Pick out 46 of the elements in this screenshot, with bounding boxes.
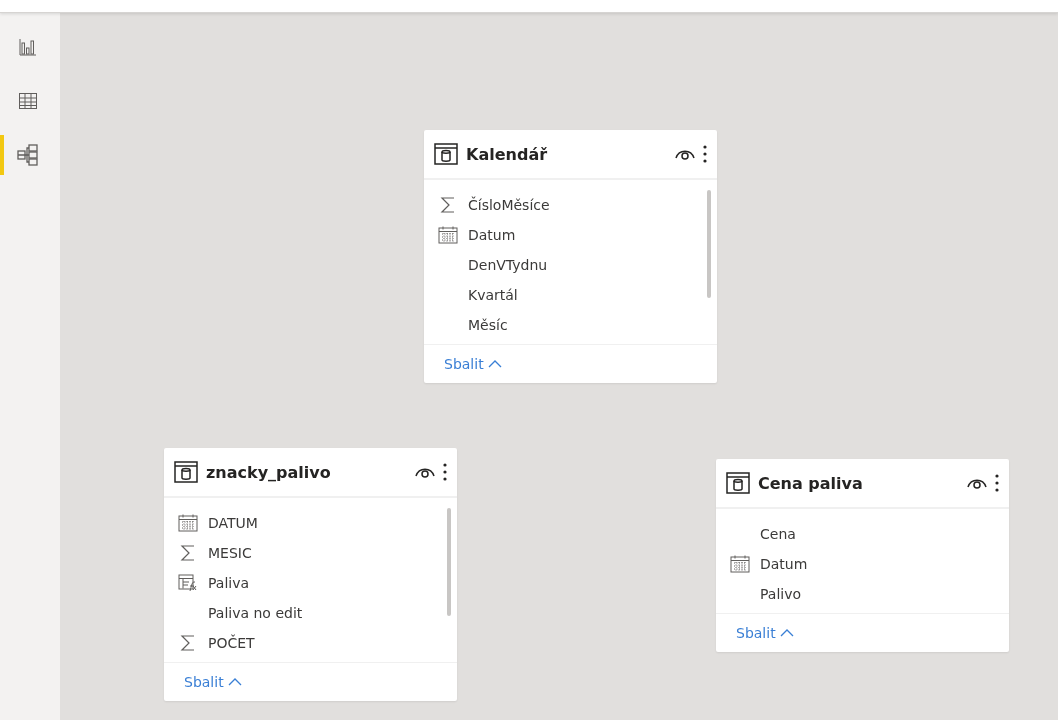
field-name[interactable]: Palivo	[760, 586, 802, 602]
table-icon	[434, 142, 458, 166]
table-icon	[174, 460, 198, 484]
field-name[interactable]: Paliva no edit	[208, 605, 303, 621]
sigma-icon	[180, 544, 196, 562]
table-title: znacky_palivo	[206, 462, 332, 482]
scrollbar-thumb[interactable]	[447, 508, 451, 616]
more-options-icon[interactable]	[443, 462, 447, 482]
collapse-button[interactable]: Sbalit	[444, 356, 502, 372]
field-name[interactable]: DenVTydnu	[468, 257, 548, 273]
field-name[interactable]: DATUM	[208, 515, 258, 531]
collapse-button[interactable]: Sbalit	[736, 625, 794, 641]
table-icon	[18, 91, 38, 111]
table-card[interactable]: Cena paliva Cena Datum Palivo Sbalit	[716, 459, 1009, 652]
scrollbar-thumb[interactable]	[707, 190, 711, 298]
field-name[interactable]: Měsíc	[468, 317, 508, 333]
field-name[interactable]: Paliva	[208, 575, 250, 591]
chevron-up-icon	[487, 360, 502, 368]
more-options-icon[interactable]	[995, 473, 999, 493]
sigma-icon	[440, 196, 456, 214]
eye-icon[interactable]	[675, 148, 695, 160]
model-icon	[17, 144, 39, 166]
calendar-icon	[438, 226, 458, 244]
field-name[interactable]: POČET	[208, 635, 255, 651]
field-name[interactable]: Datum	[760, 556, 808, 572]
bar-chart-icon	[18, 37, 38, 57]
table-card[interactable]: Kalendář ČísloMěsíce Datum DenVTydnu Kvartál Měsíc Sbalit	[424, 130, 717, 383]
more-options-icon[interactable]	[703, 144, 707, 164]
calculated-column-icon	[178, 574, 198, 592]
field-name[interactable]: MESIC	[208, 545, 252, 561]
chevron-up-icon	[227, 678, 242, 686]
calendar-icon	[730, 555, 750, 573]
eye-icon[interactable]	[415, 466, 435, 478]
table-icon	[726, 471, 750, 495]
calendar-icon	[178, 514, 198, 532]
sigma-icon	[180, 634, 196, 652]
eye-icon[interactable]	[967, 477, 987, 489]
field-name[interactable]: Kvartál	[468, 287, 518, 303]
table-card[interactable]: znacky_palivo DATUM MESIC Paliva Paliva no edit POČET Sbalit	[164, 448, 457, 701]
field-name[interactable]: Datum	[468, 227, 516, 243]
collapse-button[interactable]: Sbalit	[184, 674, 242, 690]
field-name[interactable]: Cena	[760, 526, 796, 542]
table-title: Cena paliva	[758, 473, 864, 493]
field-name[interactable]: ČísloMěsíce	[468, 197, 550, 213]
table-title: Kalendář	[466, 144, 549, 164]
chevron-up-icon	[779, 629, 794, 637]
